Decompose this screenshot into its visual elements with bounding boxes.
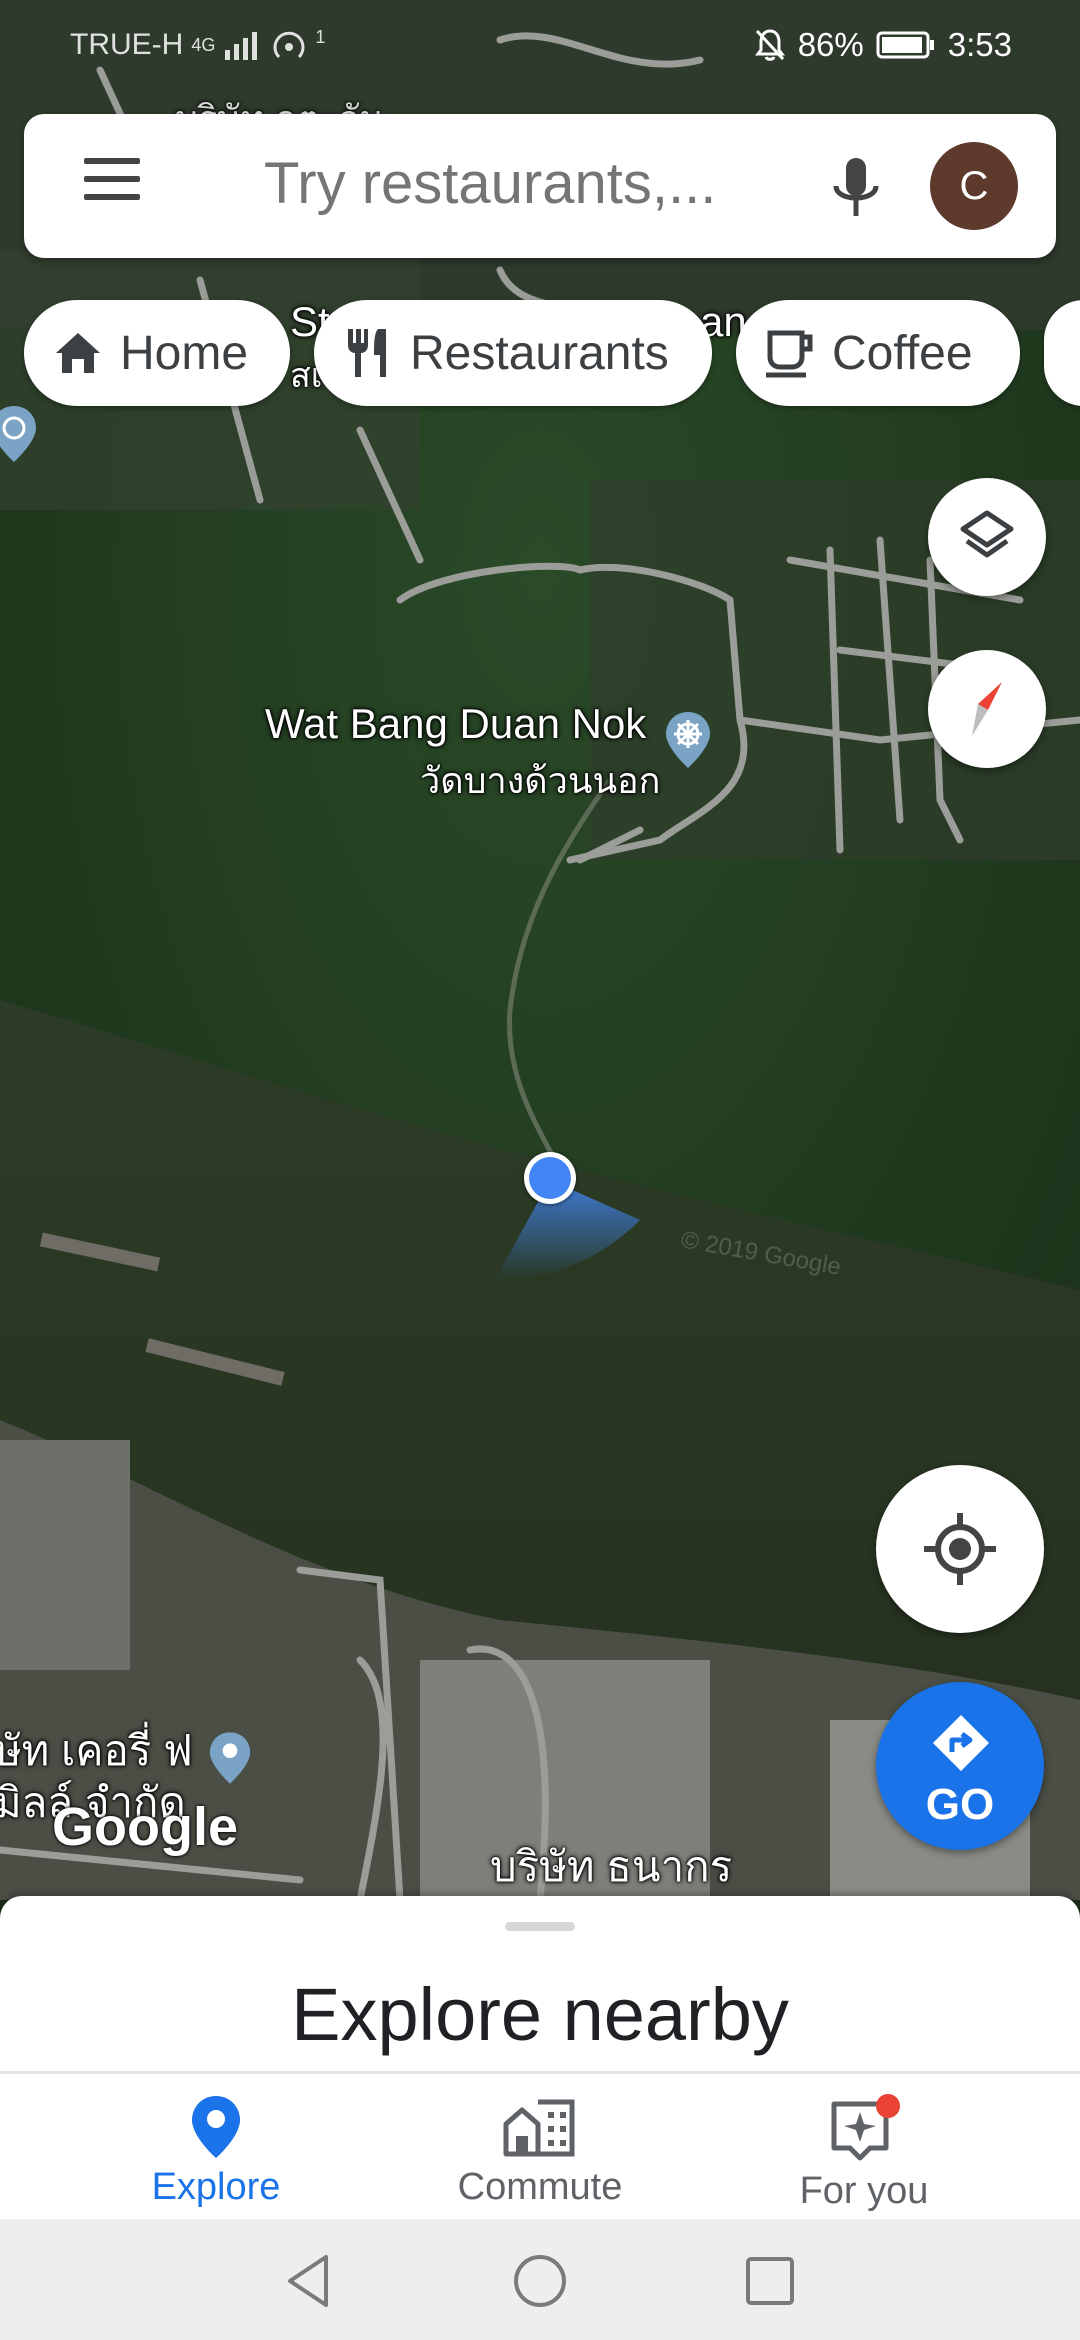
layers-button[interactable] <box>928 478 1046 596</box>
go-label: GO <box>925 1780 995 1829</box>
system-navigation-bar <box>0 2219 1080 2340</box>
nav-tab-explore[interactable]: Explore <box>86 2094 346 2209</box>
map-label-wat-thai[interactable]: วัดบางด้วนนอก <box>420 752 660 809</box>
temple-pin-icon[interactable] <box>664 710 712 770</box>
account-avatar[interactable]: C <box>930 142 1018 230</box>
explore-bottom-sheet[interactable]: Explore nearby <box>0 1896 1080 2071</box>
nav-tab-commute[interactable]: Commute <box>410 2094 670 2209</box>
coffee-cup-icon <box>766 330 813 378</box>
hotspot-count: 1 <box>315 26 326 47</box>
my-location-button[interactable] <box>876 1465 1044 1633</box>
home-icon <box>56 333 100 373</box>
clock-time: 3:53 <box>947 26 1012 63</box>
do-not-disturb-bell-icon <box>754 29 785 61</box>
status-left: TRUE-H 4G 1 <box>70 26 326 62</box>
carrier-name: TRUE-H <box>70 28 184 61</box>
battery-percent: 86% <box>797 26 864 63</box>
battery-icon <box>876 31 934 59</box>
microphone-icon[interactable] <box>824 154 888 224</box>
search-bar[interactable]: Try restaurants,... C <box>24 114 1056 258</box>
chip-restaurants-label: Restaurants <box>410 326 669 380</box>
for-you-sparkle-icon <box>831 2094 900 2161</box>
back-triangle-icon[interactable] <box>280 2251 340 2311</box>
notification-dot <box>876 2094 900 2118</box>
chip-home-label: Home <box>120 326 249 380</box>
nav-for-you-label: For you <box>799 2170 929 2212</box>
sheet-drag-handle[interactable] <box>505 1922 575 1931</box>
commute-building-icon <box>503 2099 575 2157</box>
home-circle-icon[interactable] <box>510 2251 570 2311</box>
google-logo: Google <box>52 1797 238 1857</box>
bottom-navigation: Explore Commute For you <box>0 2071 1080 2219</box>
directions-arrow-icon <box>933 1715 989 1771</box>
layers-icon <box>960 510 1014 558</box>
sheet-title: Explore nearby <box>291 1973 789 2056</box>
fork-knife-icon <box>348 329 386 377</box>
chip-coffee-label: Coffee <box>832 326 973 380</box>
nav-tab-for-you[interactable]: For you <box>734 2094 994 2213</box>
hotspot-icon <box>273 31 305 59</box>
nav-explore-label: Explore <box>151 2166 281 2208</box>
crosshair-location-icon <box>924 1513 996 1585</box>
menu-icon[interactable] <box>84 158 162 214</box>
recents-square-icon[interactable] <box>740 2251 800 2311</box>
map-label-wat-english[interactable]: Wat Bang Duan Nok <box>265 700 646 748</box>
map-label-company-bottom[interactable]: บริษัท ธนากร <box>490 1834 732 1900</box>
go-directions-button[interactable]: GO <box>876 1682 1044 1850</box>
chip-home[interactable]: Home <box>24 300 290 406</box>
compass-icon <box>972 682 1002 736</box>
search-input[interactable]: Try restaurants,... <box>264 150 716 217</box>
status-bar: TRUE-H 4G 1 86% 3:53 <box>0 0 1080 90</box>
place-pin-icon[interactable] <box>208 1730 252 1786</box>
compass-button[interactable] <box>928 650 1046 768</box>
status-right: 86% 3:53 <box>754 26 1012 64</box>
explore-pin-icon <box>192 2096 240 2158</box>
current-location-marker <box>524 1152 576 1204</box>
nav-commute-label: Commute <box>457 2166 623 2208</box>
chip-coffee[interactable]: Coffee <box>736 300 1020 406</box>
signal-bars-icon <box>225 32 258 60</box>
temple-pin-left-icon[interactable] <box>0 404 38 464</box>
chip-restaurants[interactable]: Restaurants <box>314 300 712 406</box>
network-type: 4G <box>191 35 216 55</box>
